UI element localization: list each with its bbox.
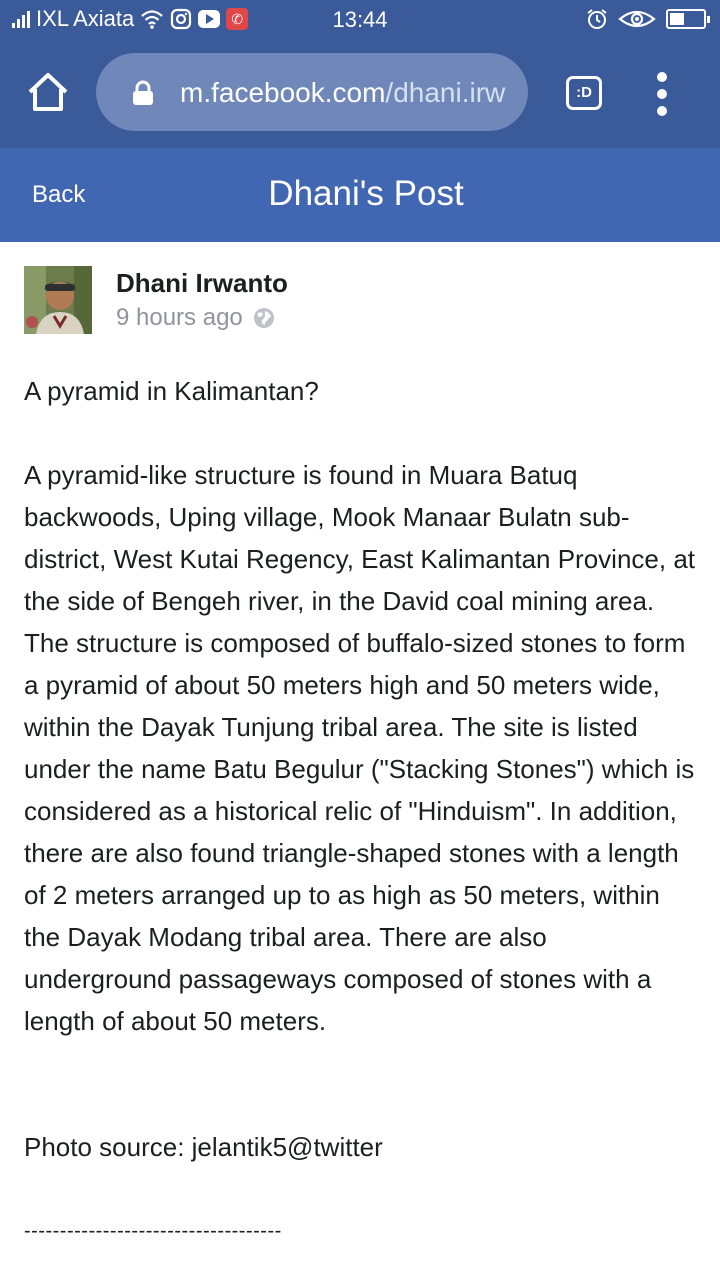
lock-icon [133, 80, 153, 105]
eye-icon [618, 10, 656, 28]
avatar-photo [24, 266, 92, 334]
address-bar[interactable]: m.facebook.com/dhani.irw [96, 53, 528, 131]
tab-switcher-icon[interactable]: :D [566, 76, 602, 110]
post-title-line: A pyramid in Kalimantan? [24, 376, 319, 406]
url-path: /dhani.irw [385, 77, 506, 108]
more-vertical-icon[interactable] [652, 72, 672, 116]
divider: ------------------------------------ [24, 1220, 282, 1242]
home-icon[interactable] [26, 70, 70, 114]
page-title: Dhani's Post [268, 174, 464, 213]
url-text[interactable]: m.facebook.com/dhani.irw [180, 75, 510, 111]
globe-icon [253, 308, 274, 328]
photo-source: Photo source: jelantik5@twitter [24, 1132, 383, 1162]
battery-icon [666, 9, 710, 29]
url-domain: m.facebook.com [180, 77, 386, 108]
status-bar: IXL Axiata ✆ 13:44 [0, 0, 720, 38]
post-time[interactable]: 9 hours ago [116, 302, 243, 334]
author-name[interactable]: Dhani Irwanto [116, 266, 288, 300]
avatar[interactable] [24, 266, 92, 334]
post-text: A pyramid-like structure is found in Mua… [24, 460, 695, 1036]
post-meta: 9 hours ago [116, 302, 275, 334]
browser-toolbar: m.facebook.com/dhani.irw :D [0, 38, 720, 148]
status-right [586, 0, 710, 38]
page-header: Back Dhani's Post [0, 148, 720, 242]
post: Dhani Irwanto 9 hours ago A pyramid in K… [0, 242, 720, 1280]
alarm-icon [587, 9, 607, 29]
